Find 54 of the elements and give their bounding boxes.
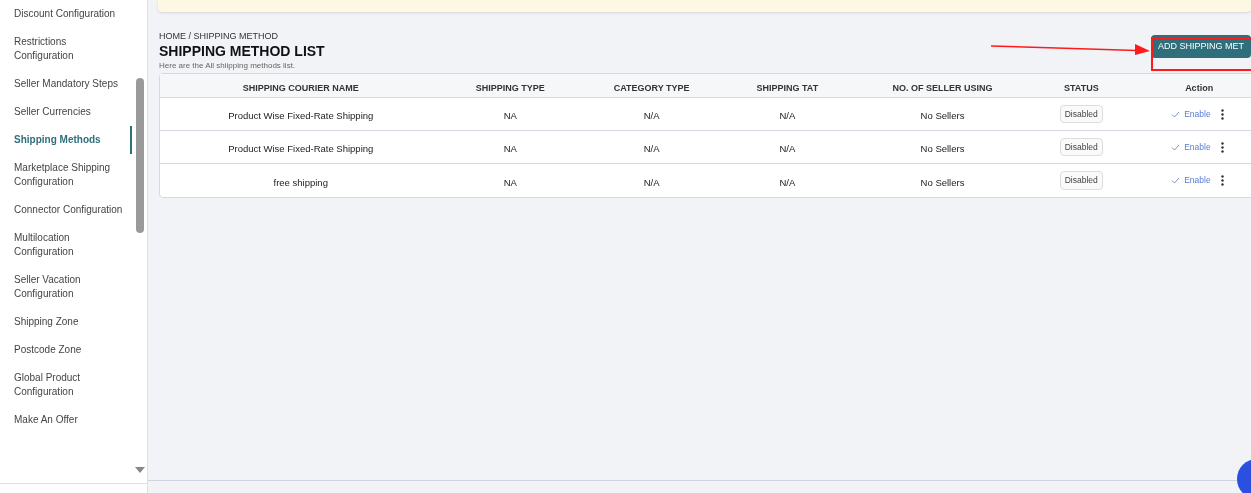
sidebar-item[interactable]: Marketplace Shipping Configuration [14,154,127,196]
enable-link[interactable]: Enable [1171,174,1211,187]
check-icon [1171,177,1181,184]
sidebar-item[interactable]: Seller Vacation Configuration [14,266,127,308]
breadcrumb[interactable]: HOME / SHIPPING METHOD [159,31,945,42]
table-cell: N/A [779,110,796,121]
sidebar-item[interactable]: Global Product Configuration [14,364,127,406]
sidebar-item[interactable]: Seller Mandatory Steps [14,70,127,98]
sidebar-item[interactable]: Multilocation Configuration [14,224,127,266]
column-header: NO. OF SELLER USING [892,82,993,93]
status-badge: Disabled [1059,104,1103,124]
sidebar-item[interactable]: Discount Configuration [14,0,127,28]
more-options-icon[interactable] [1220,141,1224,153]
column-header: SHIPPING TAT [756,82,819,93]
more-options-icon[interactable] [1220,108,1224,120]
table-cell: N/A [779,176,796,188]
column-header: STATUS [1064,82,1099,93]
table-cell: Product Wise Fixed-Rate Shipping [228,143,374,154]
check-icon [1171,143,1181,151]
table-cell: free shipping [273,176,328,188]
table-cell: NA [503,176,517,188]
page-subtitle: Here are the All shiipping methods list. [159,60,297,72]
add-shipping-method-button[interactable]: ADD SHIPPING MET [1151,35,1251,58]
active-indicator [130,126,132,154]
sidebar-item[interactable]: Restrictions Configuration [14,28,127,70]
table-cell: N/A [643,143,660,154]
table-cell: No Sellers [920,143,965,154]
column-header: Action [1185,82,1214,93]
scroll-down-icon[interactable] [135,467,145,473]
table-cell: No Sellers [920,176,965,188]
table-cell: No Sellers [920,110,965,121]
enable-link[interactable]: Enable [1171,107,1211,121]
column-header: SHIPPING COURIER NAME [242,82,359,93]
table-cell: N/A [643,110,660,121]
table-cell: Product Wise Fixed-Rate Shipping [228,110,374,121]
page-title: SHIPPING METHOD LIST [159,42,326,60]
more-options-icon[interactable] [1220,175,1224,186]
sidebar-item[interactable]: Seller Currencies [14,98,127,126]
status-badge: Disabled [1059,137,1103,157]
table-cell: N/A [643,176,660,188]
enable-link[interactable]: Enable [1171,140,1211,154]
sidebar-item[interactable]: Make An Offer [14,406,127,434]
table-cell: N/A [779,143,796,154]
table-cell: NA [503,143,517,154]
sidebar-item[interactable]: Shipping Zone [14,308,127,336]
column-header: CATEGORY TYPE [613,82,690,93]
status-badge: Disabled [1059,171,1103,190]
sidebar-item[interactable]: Connector Configuration [14,196,127,224]
table-cell: NA [503,110,517,121]
column-header: SHIPPING TYPE [475,82,545,93]
scrollbar-thumb[interactable] [136,78,144,233]
sidebar-item[interactable]: Shipping Methods [14,126,127,154]
check-icon [1171,110,1181,118]
sidebar-item[interactable]: Postcode Zone [14,336,127,364]
